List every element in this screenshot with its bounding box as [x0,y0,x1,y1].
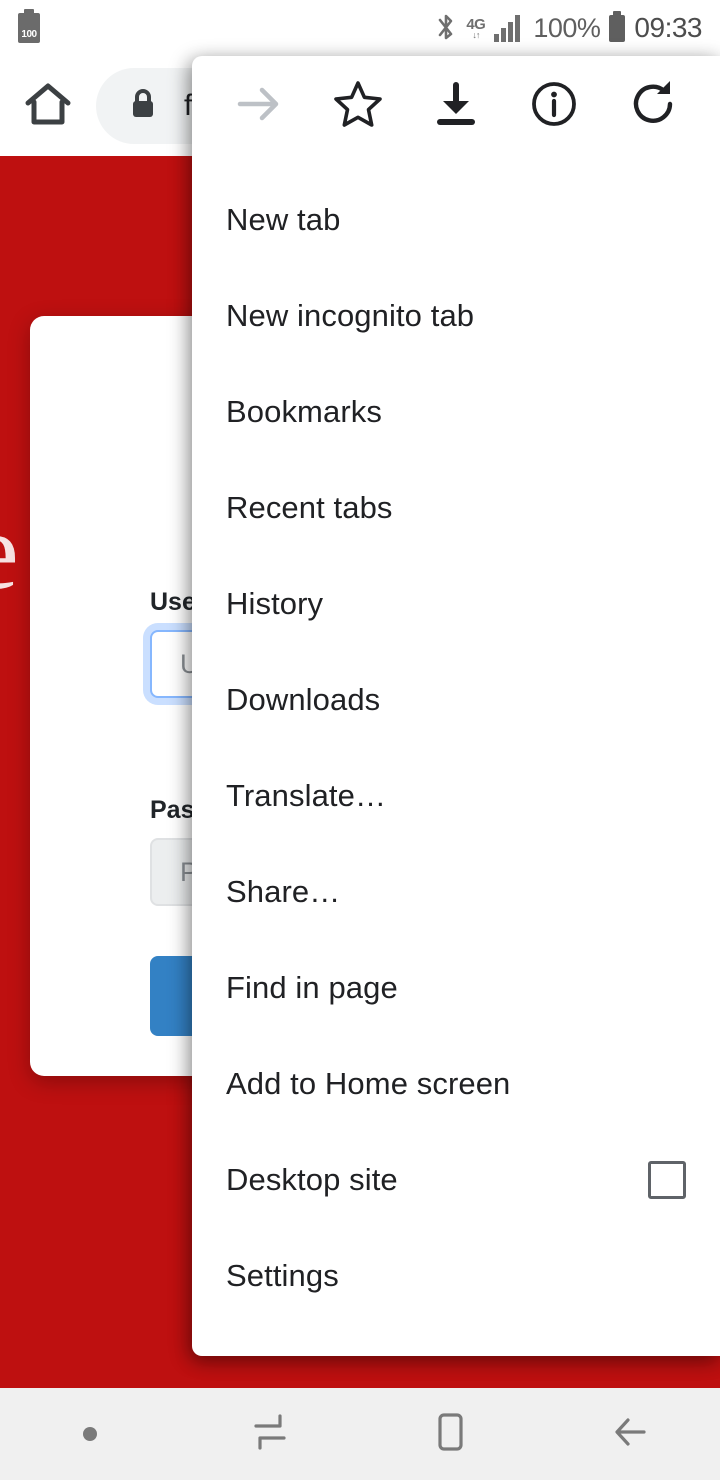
forward-icon [232,77,286,136]
home-button-nav[interactable] [360,1388,540,1480]
menu-item-label: New tab [226,202,341,237]
status-bar: 100 4G ↓↑ 100% 09:33 [0,0,720,56]
home-icon [21,77,75,136]
menu-item-label: Find in page [226,970,398,1005]
username-label: Use [150,588,196,616]
download-icon [429,77,483,136]
menu-item-label: New incognito tab [226,298,475,333]
battery-notification-icon: 100 [18,13,40,43]
menu-item[interactable]: Desktop site [192,1132,720,1228]
recents-icon [246,1408,294,1461]
menu-item[interactable]: Settings [192,1228,720,1324]
status-bar-clock: 09:33 [634,12,702,43]
download-button[interactable] [407,56,505,156]
nav-dot-icon [83,1427,97,1441]
page-brand-letter: e [0,496,19,606]
bookmark-button[interactable] [308,56,406,156]
menu-icon-row [192,56,720,156]
menu-item[interactable]: Bookmarks [192,364,720,460]
menu-item-label: Help & feedback [226,1354,455,1356]
menu-item-label: Translate… [226,778,387,813]
menu-item[interactable]: History [192,556,720,652]
battery-notification-value: 100 [21,29,37,40]
menu-item-label: Settings [226,1258,339,1293]
menu-item[interactable]: Help & feedback [192,1324,720,1356]
menu-item-label: Add to Home screen [226,1066,511,1101]
desktop-site-checkbox[interactable] [648,1161,686,1199]
home-button[interactable] [0,56,96,156]
forward-button[interactable] [210,56,308,156]
android-nav-bar [0,1388,720,1480]
menu-item[interactable]: Add to Home screen [192,1036,720,1132]
network-type-icon: 4G ↓↑ [466,17,486,40]
bookmark-star-icon [331,77,385,136]
lock-icon [128,87,158,126]
back-icon [606,1408,654,1461]
menu-item-label: Share… [226,874,341,909]
recents-button[interactable] [180,1388,360,1480]
menu-item-label: Bookmarks [226,394,382,429]
password-label: Pas [150,796,195,824]
menu-item[interactable]: New tab [192,172,720,268]
page-info-icon [527,77,581,136]
menu-item[interactable]: Downloads [192,652,720,748]
status-bar-left: 100 [18,13,40,43]
nav-dot-indicator [0,1388,180,1480]
menu-item-label: History [226,586,324,621]
status-bar-right: 4G ↓↑ 100% 09:33 [435,12,702,44]
menu-item-list: New tab New incognito tab Bookmarks Recent … [192,156,720,1356]
menu-item-label: Recent tabs [226,490,393,525]
network-transfer-label: ↓↑ [472,29,480,40]
reload-icon [626,77,680,136]
menu-item-label: Desktop site [226,1162,398,1197]
battery-icon [609,14,626,42]
page-info-button[interactable] [505,56,603,156]
menu-item-label: Downloads [226,682,381,717]
signal-bars-icon [494,14,524,42]
menu-item[interactable]: Recent tabs [192,460,720,556]
chrome-overflow-menu: New tab New incognito tab Bookmarks Recent … [192,56,720,1356]
battery-percent-label: 100% [533,12,601,43]
reload-button[interactable] [604,56,702,156]
home-icon [426,1408,474,1461]
menu-item[interactable]: Translate… [192,748,720,844]
menu-item[interactable]: Find in page [192,940,720,1036]
menu-item[interactable]: Share… [192,844,720,940]
menu-item[interactable]: New incognito tab [192,268,720,364]
back-button[interactable] [540,1388,720,1480]
bluetooth-icon [435,13,457,43]
